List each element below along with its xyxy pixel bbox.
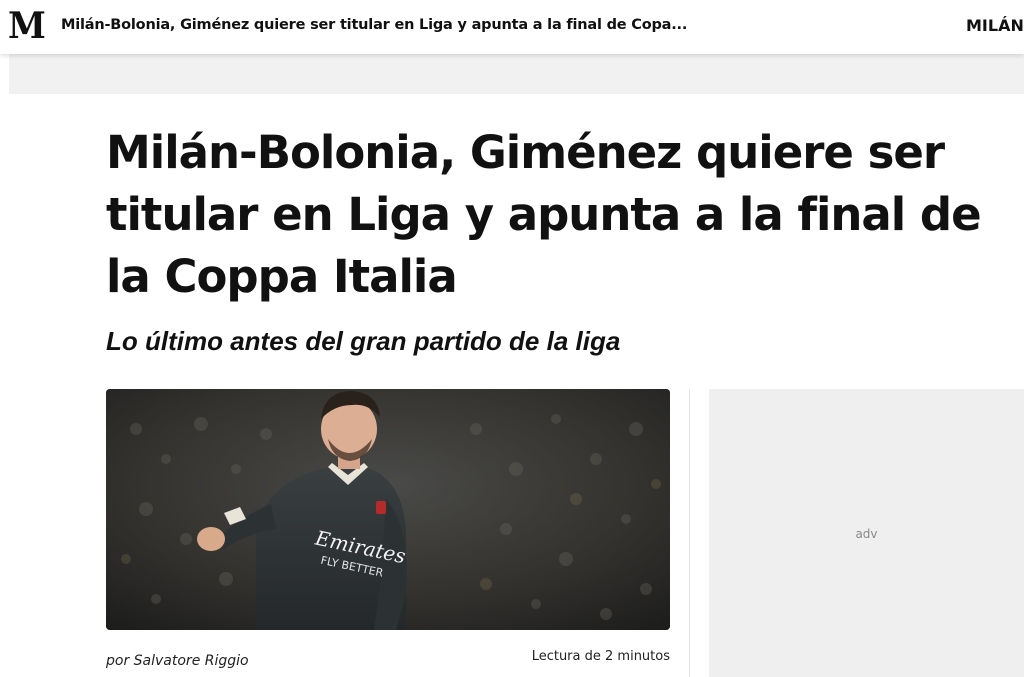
sticky-article-title: Milán-Bolonia, Giménez quiere ser titula…: [61, 17, 688, 33]
ad-label: adv: [855, 527, 878, 541]
top-ad-banner: [9, 54, 1024, 94]
article-subtitle: Lo último antes del gran partido de la l…: [106, 326, 621, 356]
top-navigation-bar: M Milán-Bolonia, Giménez quiere ser titu…: [0, 0, 1024, 54]
reading-time: Lectura de 2 minutos: [531, 649, 670, 664]
site-logo[interactable]: M: [8, 6, 46, 46]
sidebar-ad-slot[interactable]: adv: [709, 389, 1024, 677]
column-divider: [689, 389, 690, 677]
article-byline[interactable]: por Salvatore Riggio: [106, 653, 249, 669]
article-headline: Milán-Bolonia, Giménez quiere ser titula…: [106, 126, 982, 303]
section-link-milan[interactable]: MILÁN: [966, 16, 1024, 35]
player-photo-illustration: Emirates FLY BETTER: [106, 389, 670, 630]
article-hero-image[interactable]: Emirates FLY BETTER: [106, 389, 670, 630]
